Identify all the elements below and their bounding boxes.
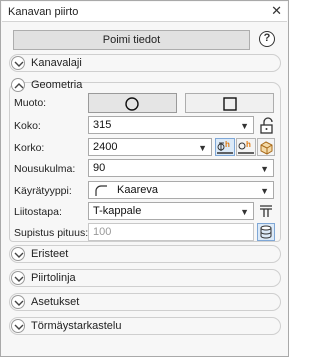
chevron-down-icon[interactable]: [11, 295, 25, 309]
close-icon[interactable]: ✕: [271, 3, 282, 19]
fetch-data-button[interactable]: Poimi tiedot: [13, 30, 250, 50]
svg-text:h: h: [225, 140, 230, 149]
section-label: Törmäystarkastelu: [31, 320, 122, 332]
reduction-length-input[interactable]: 100: [88, 223, 254, 241]
chevron-down-icon[interactable]: [11, 319, 25, 333]
cylinder-button[interactable]: [257, 223, 275, 241]
lock-icon: [260, 117, 273, 134]
reduction-length-label: Supistus pituus:: [14, 227, 89, 239]
square-shape-icon: [223, 97, 237, 111]
chevron-down-icon[interactable]: [11, 247, 25, 261]
duct-3d-button[interactable]: [257, 138, 275, 156]
section-label: Kanavalaji: [31, 57, 82, 69]
rise-angle-label: Nousukulma:: [14, 163, 76, 175]
tee-connection-button[interactable]: [257, 202, 275, 220]
chevron-down-icon[interactable]: [11, 271, 25, 285]
rise-angle-value: 90: [93, 162, 106, 174]
chevron-down-icon: ▼: [260, 164, 269, 174]
section-label: Asetukset: [31, 296, 80, 308]
window-title: Kanavan piirto: [8, 6, 79, 18]
help-icon[interactable]: ?: [259, 31, 275, 47]
circle-shape-icon: [125, 97, 139, 111]
bend-type-select[interactable]: Kaareva ▼: [88, 181, 274, 199]
circle-shape-button[interactable]: [88, 93, 177, 113]
height-label: Korko:: [14, 142, 45, 154]
chevron-down-icon: ▼: [240, 121, 249, 131]
size-select[interactable]: 315 ▼: [88, 116, 254, 134]
bend-icon: [95, 185, 107, 196]
height-value: 2400: [93, 141, 118, 153]
section-label: Piirtolinja: [31, 272, 76, 284]
lock-button[interactable]: [257, 116, 275, 134]
height-select[interactable]: 2400 ▼: [88, 138, 212, 156]
duct-drawing-panel: Kanavan piirto ✕ Poimi tiedot ? Kanavala…: [0, 0, 289, 357]
chevron-down-icon[interactable]: [11, 56, 25, 70]
section-eristeet[interactable]: Eristeet: [9, 245, 281, 263]
joint-type-value: T-kappale: [93, 205, 142, 217]
svg-text:h: h: [246, 140, 251, 149]
section-label: Geometria: [31, 79, 83, 91]
section-geometria[interactable]: Geometria: [9, 76, 281, 94]
height-bottom-button[interactable]: h: [236, 138, 256, 156]
section-kanavalaji[interactable]: Kanavalaji: [9, 54, 281, 72]
chevron-up-icon[interactable]: [11, 78, 25, 92]
joint-type-select[interactable]: T-kappale ▼: [88, 202, 254, 220]
joint-type-label: Liitostapa:: [14, 206, 62, 218]
rise-angle-select[interactable]: 90 ▼: [88, 159, 274, 177]
height-bottom-icon: h: [238, 140, 254, 154]
shape-label: Muoto:: [14, 97, 47, 109]
chevron-down-icon: ▼: [260, 186, 269, 196]
duct-3d-icon: [260, 141, 273, 155]
chevron-down-icon: ▼: [198, 143, 207, 153]
square-shape-button[interactable]: [185, 93, 274, 113]
section-tormaystarkastelu[interactable]: Törmäystarkastelu: [9, 317, 281, 335]
chevron-down-icon: ▼: [240, 207, 249, 217]
reduction-length-value: 100: [93, 226, 112, 238]
bend-type-label: Käyrätyyppi:: [14, 185, 72, 197]
height-top-button[interactable]: h: [215, 138, 235, 156]
title-bar: Kanavan piirto ✕: [2, 2, 287, 22]
size-value: 315: [93, 119, 112, 131]
bend-type-value: Kaareva: [117, 184, 158, 196]
section-label: Eristeet: [31, 248, 69, 260]
section-piirtolinja[interactable]: Piirtolinja: [9, 269, 281, 287]
size-label: Koko:: [14, 120, 41, 132]
section-asetukset[interactable]: Asetukset: [9, 293, 281, 311]
cylinder-icon: [260, 225, 272, 239]
height-top-icon: h: [217, 140, 233, 154]
tee-connection-icon: [260, 205, 272, 217]
